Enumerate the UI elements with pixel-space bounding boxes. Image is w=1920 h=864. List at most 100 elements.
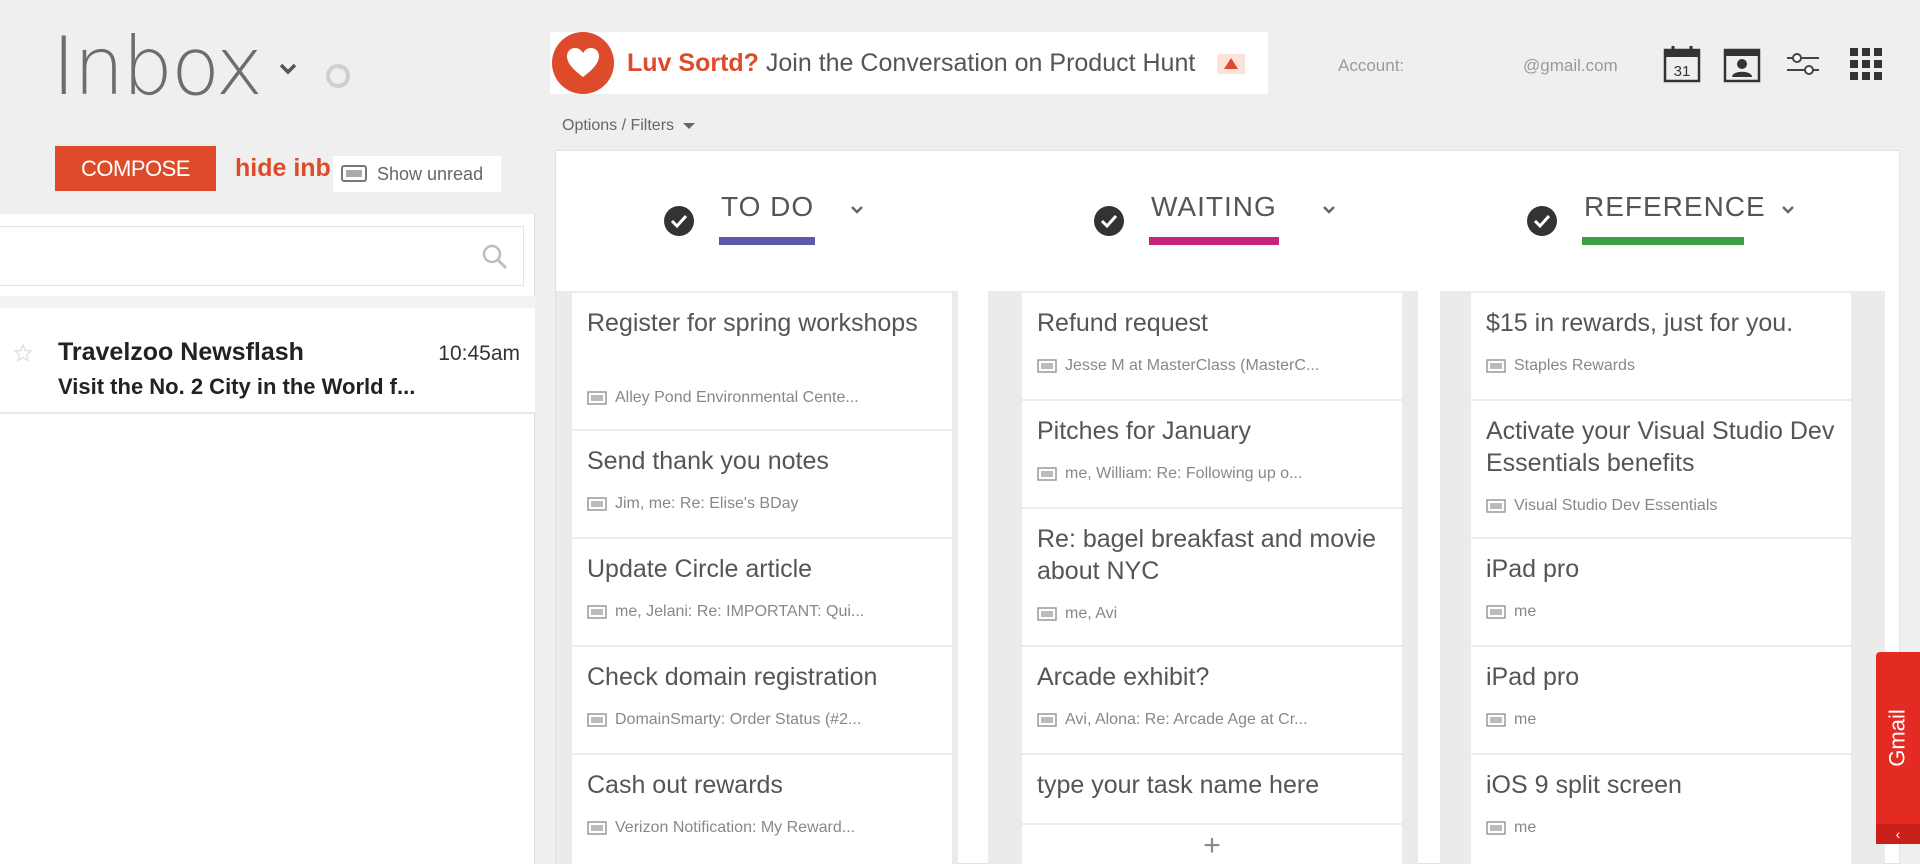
mail-icon xyxy=(587,497,607,511)
task-title: Send thank you notes xyxy=(587,447,829,475)
task-card[interactable]: Update Circle article me, Jelani: Re: IM… xyxy=(572,537,952,645)
column-title: REFERENCE xyxy=(1584,191,1766,222)
task-meta-text: Visual Studio Dev Essentials xyxy=(1514,497,1718,514)
mail-icon xyxy=(1037,713,1057,727)
task-title: Refund request xyxy=(1037,309,1208,337)
task-title: Cash out rewards xyxy=(587,771,783,799)
task-card[interactable]: Pitches for January me, William: Re: Fol… xyxy=(1022,399,1402,507)
task-board: TO DO WAITING REFERENCE Register for spr… xyxy=(555,150,1900,864)
chevron-down-icon[interactable] xyxy=(278,62,298,76)
chevron-down-icon[interactable] xyxy=(1780,203,1796,215)
mail-icon xyxy=(1037,467,1057,481)
task-meta-text: Staples Rewards xyxy=(1514,357,1635,374)
task-card[interactable]: Check domain registration DomainSmarty: … xyxy=(572,645,952,753)
apps-grid-icon[interactable] xyxy=(1846,44,1886,84)
task-meta-text: me, Avi xyxy=(1065,605,1118,622)
task-list: Refund request Jesse M at MasterClass (M… xyxy=(1022,291,1402,864)
check-circle-icon[interactable] xyxy=(663,205,695,237)
task-meta: me, Jelani: Re: IMPORTANT: Qui... xyxy=(587,603,864,621)
check-circle-icon[interactable] xyxy=(1093,205,1125,237)
chevron-down-icon[interactable] xyxy=(849,203,865,215)
product-hunt-icon xyxy=(1217,54,1245,74)
task-meta-text: Jesse M at MasterClass (MasterC... xyxy=(1065,357,1320,374)
column-header-reference[interactable]: REFERENCE xyxy=(1526,191,1866,251)
add-task-row: + xyxy=(1022,823,1402,864)
search-bar xyxy=(0,226,524,286)
task-meta-text: DomainSmarty: Order Status (#2... xyxy=(615,711,862,728)
chevron-down-icon[interactable] xyxy=(1321,203,1337,215)
task-card[interactable]: Refund request Jesse M at MasterClass (M… xyxy=(1022,291,1402,399)
gmail-side-tab[interactable]: Gmail ‹ xyxy=(1876,652,1920,844)
hide-inbox-link[interactable]: hide inb xyxy=(235,154,331,183)
task-card[interactable]: iPad pro me xyxy=(1471,645,1851,753)
account-email[interactable]: @gmail.com xyxy=(1523,56,1618,76)
email-row[interactable]: Travelzoo Newsflash 10:45am Visit the No… xyxy=(0,308,535,414)
refresh-icon[interactable] xyxy=(322,60,354,92)
mail-icon xyxy=(1486,499,1506,513)
add-task-button[interactable]: + xyxy=(1022,829,1402,863)
collapse-arrow-icon[interactable]: ‹ xyxy=(1876,824,1920,844)
task-meta: Staples Rewards xyxy=(1486,357,1635,375)
task-meta: Verizon Notification: My Reward... xyxy=(587,819,855,837)
mail-icon xyxy=(1486,713,1506,727)
new-task-field[interactable]: type your task name here xyxy=(1022,753,1402,823)
options-filters-dropdown[interactable]: Options / Filters xyxy=(562,117,696,135)
divider xyxy=(0,296,535,308)
svg-text:31: 31 xyxy=(1674,63,1691,80)
task-meta-text: me xyxy=(1514,711,1537,728)
column-waiting: Refund request Jesse M at MasterClass (M… xyxy=(988,291,1418,864)
column-underline xyxy=(1149,237,1279,245)
star-icon[interactable] xyxy=(14,344,32,362)
task-card[interactable]: Send thank you notes Jim, me: Re: Elise'… xyxy=(572,429,952,537)
email-list-panel: Travelzoo Newsflash 10:45am Visit the No… xyxy=(0,214,535,864)
task-meta: me xyxy=(1486,603,1536,621)
task-card[interactable]: Re: bagel breakfast and movie about NYC … xyxy=(1022,507,1402,645)
product-hunt-banner[interactable]: Luv Sortd? Join the Conversation on Prod… xyxy=(550,32,1268,94)
column-todo: Register for spring workshops Alley Pond… xyxy=(556,291,958,864)
task-meta: me xyxy=(1486,819,1536,837)
search-icon[interactable] xyxy=(481,243,509,271)
task-meta-text: me, William: Re: Following up o... xyxy=(1065,465,1303,482)
task-title: Pitches for January xyxy=(1037,417,1251,445)
contacts-icon[interactable] xyxy=(1722,44,1762,84)
column-header-waiting[interactable]: WAITING xyxy=(1093,191,1413,251)
mail-icon xyxy=(341,165,367,182)
task-meta-text: Alley Pond Environmental Cente... xyxy=(615,389,859,406)
task-title: iPad pro xyxy=(1486,663,1580,691)
mail-icon xyxy=(1486,359,1506,373)
task-meta-text: Avi, Alona: Re: Arcade Age at Cr... xyxy=(1065,711,1308,728)
column-title: WAITING xyxy=(1151,191,1277,222)
task-card[interactable]: Activate your Visual Studio Dev Essentia… xyxy=(1471,399,1851,537)
task-meta: me, William: Re: Following up o... xyxy=(1037,465,1302,483)
sortd-logo xyxy=(552,32,614,94)
mail-icon xyxy=(1037,359,1057,373)
task-meta: me xyxy=(1486,711,1536,729)
task-meta-text: Jim, me: Re: Elise's BDay xyxy=(615,495,799,512)
task-card[interactable]: $15 in rewards, just for you. Staples Re… xyxy=(1471,291,1851,399)
task-meta: Alley Pond Environmental Cente... xyxy=(587,389,859,407)
account-label: Account: xyxy=(1338,56,1405,75)
task-title: Update Circle article xyxy=(587,555,813,583)
show-unread-button[interactable]: Show unread xyxy=(333,156,502,192)
task-card[interactable]: Arcade exhibit? Avi, Alona: Re: Arcade A… xyxy=(1022,645,1402,753)
column-header-todo[interactable]: TO DO xyxy=(663,191,983,251)
check-circle-icon[interactable] xyxy=(1526,205,1558,237)
email-sender: Travelzoo Newsflash xyxy=(58,338,304,366)
mail-icon xyxy=(587,821,607,835)
task-meta-text: me xyxy=(1514,603,1537,620)
task-meta: Visual Studio Dev Essentials xyxy=(1486,497,1717,515)
calendar-icon[interactable]: 31 xyxy=(1662,44,1702,84)
task-card[interactable]: Cash out rewards Verizon Notification: M… xyxy=(572,753,952,861)
task-card[interactable]: iOS 9 split screen me xyxy=(1471,753,1851,861)
task-card[interactable]: Register for spring workshops Alley Pond… xyxy=(572,291,952,429)
mail-icon xyxy=(1486,605,1506,619)
settings-sliders-icon[interactable] xyxy=(1783,44,1823,84)
task-list: Register for spring workshops Alley Pond… xyxy=(572,291,952,864)
search-input[interactable] xyxy=(0,227,523,285)
task-card[interactable]: iPad pro me xyxy=(1471,537,1851,645)
mail-icon xyxy=(587,713,607,727)
task-meta-text: me, Jelani: Re: IMPORTANT: Qui... xyxy=(615,603,865,620)
email-subject: Visit the No. 2 City in the World f... xyxy=(58,374,416,399)
task-list: $15 in rewards, just for you. Staples Re… xyxy=(1471,291,1851,864)
compose-button[interactable]: COMPOSE xyxy=(55,146,216,191)
